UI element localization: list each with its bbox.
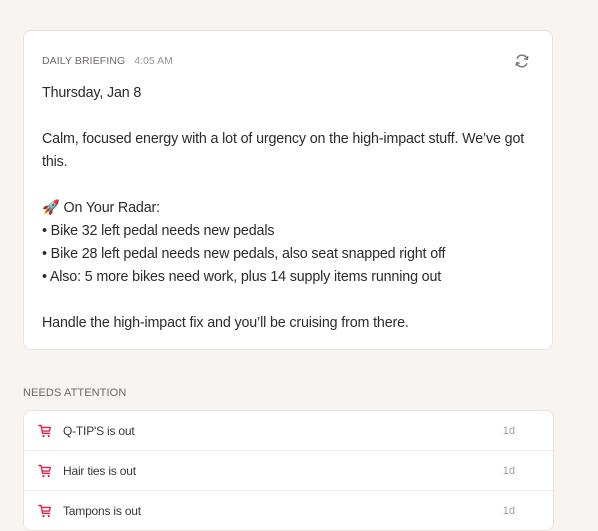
- briefing-intro: Calm, focused energy with a lot of urgen…: [42, 131, 525, 170]
- cart-icon: [38, 464, 52, 478]
- needs-attention-label: NEEDS ATTENTION: [23, 387, 127, 399]
- cart-icon: [38, 504, 52, 518]
- radar-heading: On Your Radar:: [63, 200, 160, 216]
- radar-item: • Bike 28 left pedal needs new pedals, a…: [42, 246, 446, 262]
- attention-item-age: 1d: [502, 504, 515, 517]
- briefing-time: 4:05 AM: [134, 55, 173, 67]
- rocket-emoji: 🚀: [42, 200, 60, 216]
- briefing-body: Thursday, Jan 8 Calm, focused energy wit…: [42, 82, 532, 335]
- cart-icon: [38, 424, 52, 438]
- radar-heading-line: 🚀 On Your Radar:: [42, 197, 532, 220]
- attention-list: Q-TIP'S is out 1d Hair ties is out 1d Ta…: [23, 410, 554, 531]
- refresh-icon[interactable]: [514, 53, 530, 69]
- attention-item-label: Tampons is out: [63, 503, 141, 518]
- radar-item: • Also: 5 more bikes need work, plus 14 …: [42, 269, 442, 285]
- attention-item-hair-ties[interactable]: Hair ties is out 1d: [24, 451, 553, 491]
- attention-item-label: Q-TIP'S is out: [63, 423, 135, 438]
- attention-item-label: Hair ties is out: [63, 463, 136, 478]
- briefing-header: DAILY BRIEFING 4:05 AM: [42, 55, 173, 67]
- attention-item-tampons[interactable]: Tampons is out 1d: [24, 491, 553, 530]
- attention-item-q-tips[interactable]: Q-TIP'S is out 1d: [24, 411, 553, 451]
- briefing-title: DAILY BRIEFING: [42, 55, 126, 67]
- attention-item-age: 1d: [502, 464, 515, 477]
- radar-item: • Bike 32 left pedal needs new pedals: [42, 223, 275, 239]
- attention-item-age: 1d: [502, 424, 515, 437]
- briefing-date: Thursday, Jan 8: [42, 85, 142, 101]
- briefing-closing: Handle the high-impact fix and you’ll be…: [42, 315, 409, 331]
- daily-briefing-card: DAILY BRIEFING 4:05 AM Thursday, Jan 8 C…: [23, 30, 553, 350]
